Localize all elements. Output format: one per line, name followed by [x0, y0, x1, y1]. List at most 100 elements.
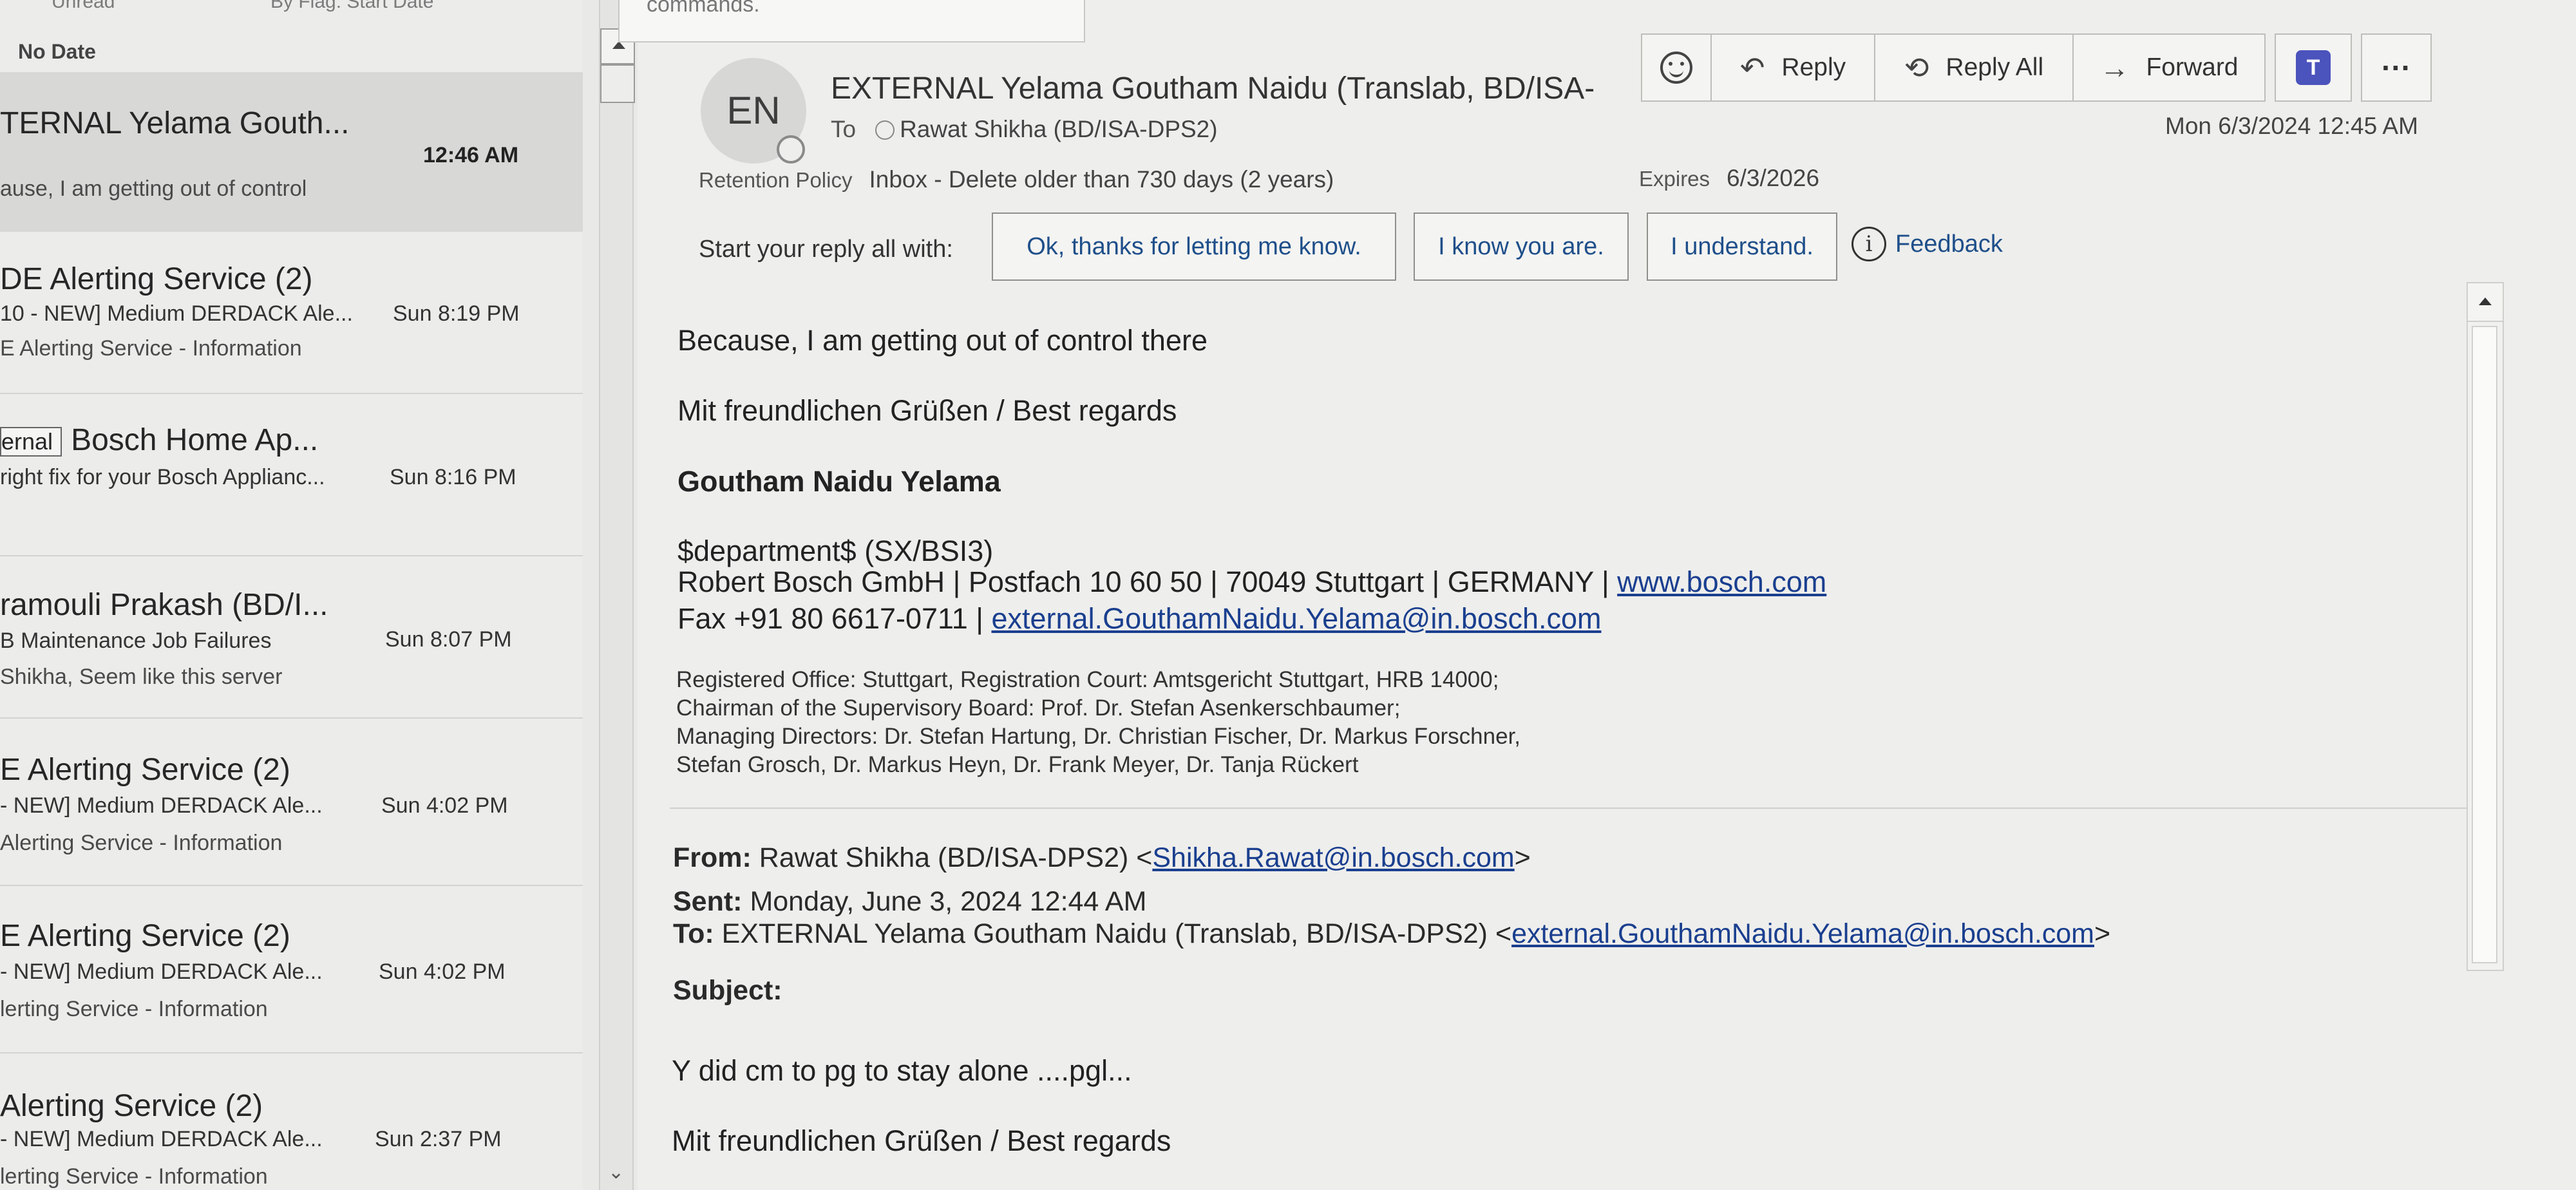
reply-button[interactable]: ↶ Reply [1710, 33, 1875, 102]
list-item[interactable]: ernal Bosch Home Ap... right fix for your… [0, 395, 583, 556]
emoji-reaction-button[interactable] [1641, 33, 1712, 102]
scroll-down-icon[interactable]: ⌄ [608, 1161, 624, 1184]
list-item-time: Sun 8:16 PM [390, 465, 516, 489]
company-text: Robert Bosch GmbH | Postfach 10 60 50 | … [677, 565, 1618, 598]
quoted-to-label: To: [673, 918, 714, 949]
signature-department: $department$ (SX/BSI3) [677, 534, 994, 567]
sender-name[interactable]: EXTERNAL Yelama Goutham Naidu (Translab,… [831, 71, 1595, 106]
signature-email-link[interactable]: external.GouthamNaidu.Yelama@in.bosch.co… [991, 602, 1601, 635]
list-item-subject: - NEW] Medium DERDACK Ale... [0, 1127, 323, 1151]
list-item[interactable]: DE Alerting Service (2) 10 - NEW] Medium… [0, 233, 583, 394]
list-item-preview: Alerting Service - Information [0, 831, 283, 855]
reply-label: Reply [1781, 53, 1846, 81]
list-item-subject: 10 - NEW] Medium DERDACK Ale... [0, 301, 353, 326]
share-to-teams-button[interactable]: T [2275, 33, 2352, 102]
list-filter-strip: Unread By Flag: Start Date [0, 0, 583, 26]
legal-line: Chairman of the Supervisory Board: Prof.… [676, 695, 1401, 721]
scroll-up-icon[interactable] [2468, 283, 2503, 322]
group-header-no-date: No Date [18, 40, 96, 63]
quoted-subject: Subject: [673, 975, 782, 1006]
sort-by-flag[interactable]: By Flag: Start Date [270, 0, 433, 13]
list-item-preview: ause, I am getting out of control [0, 176, 307, 201]
quoted-to: To: EXTERNAL Yelama Goutham Naidu (Trans… [673, 918, 2110, 950]
body-text: Because, I am getting out of control the… [677, 324, 1208, 357]
quoted-from: From: Rawat Shikha (BD/ISA-DPS2) <Shikha… [673, 842, 1531, 874]
list-item[interactable]: TERNAL Yelama Gouth... 12:46 AM ause, I … [0, 72, 583, 232]
message-list-scrollbar[interactable]: ⌄ [599, 0, 635, 1190]
list-item-sender: E Alerting Service (2) [0, 753, 290, 787]
list-item[interactable]: E Alerting Service (2) - NEW] Medium DER… [0, 720, 583, 886]
reading-pane-scrollbar[interactable] [2467, 282, 2504, 971]
suggested-reply-button[interactable]: Ok, thanks for letting me know. [992, 212, 1396, 281]
legal-line: Stefan Grosch, Dr. Markus Heyn, Dr. Fran… [676, 752, 1359, 777]
tooltip-text: commands. [647, 0, 760, 17]
quoted-from-text: Rawat Shikha (BD/ISA-DPS2) < [759, 842, 1153, 873]
expires-value: 6/3/2026 [1727, 165, 1820, 191]
message-list: Unread By Flag: Start Date No Date TERNA… [0, 0, 583, 1190]
list-item-time: Sun 4:02 PM [381, 793, 508, 818]
scroll-thumb[interactable] [2472, 326, 2497, 963]
list-item-subject: - NEW] Medium DERDACK Ale... [0, 959, 323, 984]
list-item[interactable]: ramouli Prakash (BD/I... B Maintenance J… [0, 558, 583, 719]
feedback-label: Feedback [1895, 230, 2003, 258]
recipient-line: To Rawat Shikha (BD/ISA-DPS2) [831, 116, 1218, 143]
list-item-sender: DE Alerting Service (2) [0, 262, 313, 296]
quoted-sent-label: Sent: [673, 886, 743, 917]
reply-all-button[interactable]: ⟲ Reply All [1874, 33, 2074, 102]
company-website-link[interactable]: www.bosch.com [1617, 565, 1826, 598]
filter-unread[interactable]: Unread [52, 0, 115, 13]
smiley-icon [1660, 52, 1692, 84]
suggested-reply-button[interactable]: I know you are. [1414, 212, 1629, 281]
list-item-time: 12:46 AM [423, 143, 519, 167]
external-tag: ernal [0, 427, 62, 457]
quoted-sent-text: Monday, June 3, 2024 12:44 AM [750, 886, 1147, 917]
quoted-to-text: EXTERNAL Yelama Goutham Naidu (Translab,… [721, 918, 1512, 949]
retention-label: Retention Policy [699, 168, 853, 192]
reply-all-label: Reply All [1946, 53, 2044, 81]
quoted-subject-label: Subject: [673, 975, 782, 1006]
expires-label: Expires [1639, 167, 1710, 191]
quoted-to-close: > [2094, 918, 2111, 949]
list-item-sender: Alerting Service (2) [0, 1089, 263, 1123]
retention-policy: Retention Policy Inbox - Delete older tha… [699, 166, 1334, 193]
list-item-time: Sun 8:19 PM [393, 301, 520, 326]
quoted-to-email-link[interactable]: external.GouthamNaidu.Yelama@in.bosch.co… [1511, 918, 2094, 949]
quoted-regards: Mit freundlichen Grüßen / Best regards [672, 1124, 1171, 1157]
legal-line: Managing Directors: Dr. Stefan Hartung, … [676, 724, 1521, 749]
suggested-reply-button[interactable]: I understand. [1647, 212, 1837, 281]
info-icon: i [1852, 227, 1886, 261]
presence-icon [777, 135, 805, 164]
forward-button[interactable]: → Forward [2072, 33, 2266, 102]
list-item[interactable]: Alerting Service (2) - NEW] Medium DERDA… [0, 1055, 583, 1190]
forward-icon: → [2099, 51, 2130, 84]
quoted-message: Y did cm to pg to stay alone ....pgl... [672, 1054, 1132, 1087]
list-item-time: Sun 4:02 PM [379, 959, 506, 984]
quote-separator [670, 808, 2467, 809]
quoted-sent: Sent: Monday, June 3, 2024 12:44 AM [673, 886, 1146, 918]
list-item-preview: lerting Service - Information [0, 997, 268, 1021]
scroll-thumb[interactable] [600, 64, 635, 103]
teams-icon: T [2296, 50, 2331, 85]
tooltip: commands. [618, 0, 1085, 42]
recipient-name[interactable]: Rawat Shikha (BD/ISA-DPS2) [900, 116, 1218, 142]
more-actions-button[interactable]: ··· [2361, 33, 2432, 102]
reply-all-icon: ⟲ [1904, 51, 1929, 84]
retention-value: Inbox - Delete older than 730 days (2 ye… [869, 166, 1334, 193]
to-label: To [831, 116, 857, 142]
forward-label: Forward [2146, 53, 2239, 81]
sent-date: Mon 6/3/2024 12:45 AM [2165, 113, 2418, 139]
recipient-presence-icon [875, 120, 895, 140]
list-item[interactable]: E Alerting Service (2) - NEW] Medium DER… [0, 887, 583, 1053]
reply-icon: ↶ [1739, 51, 1765, 84]
signature-name: Goutham Naidu Yelama [677, 465, 1001, 498]
list-item-preview: E Alerting Service - Information [0, 336, 302, 361]
fax-text: Fax +91 80 6617-0711 | [677, 602, 992, 635]
quoted-from-email-link[interactable]: Shikha.Rawat@in.bosch.com [1152, 842, 1514, 873]
feedback-link[interactable]: i Feedback [1852, 227, 2003, 261]
list-item-subject: - NEW] Medium DERDACK Ale... [0, 793, 323, 818]
signature-fax: Fax +91 80 6617-0711 | external.GouthamN… [677, 602, 1602, 636]
expiry-info: Expires 6/3/2026 [1639, 165, 1819, 192]
quoted-from-close: > [1514, 842, 1531, 873]
body-regards: Mit freundlichen Grüßen / Best regards [677, 394, 1177, 427]
list-item-sender: E Alerting Service (2) [0, 919, 290, 953]
